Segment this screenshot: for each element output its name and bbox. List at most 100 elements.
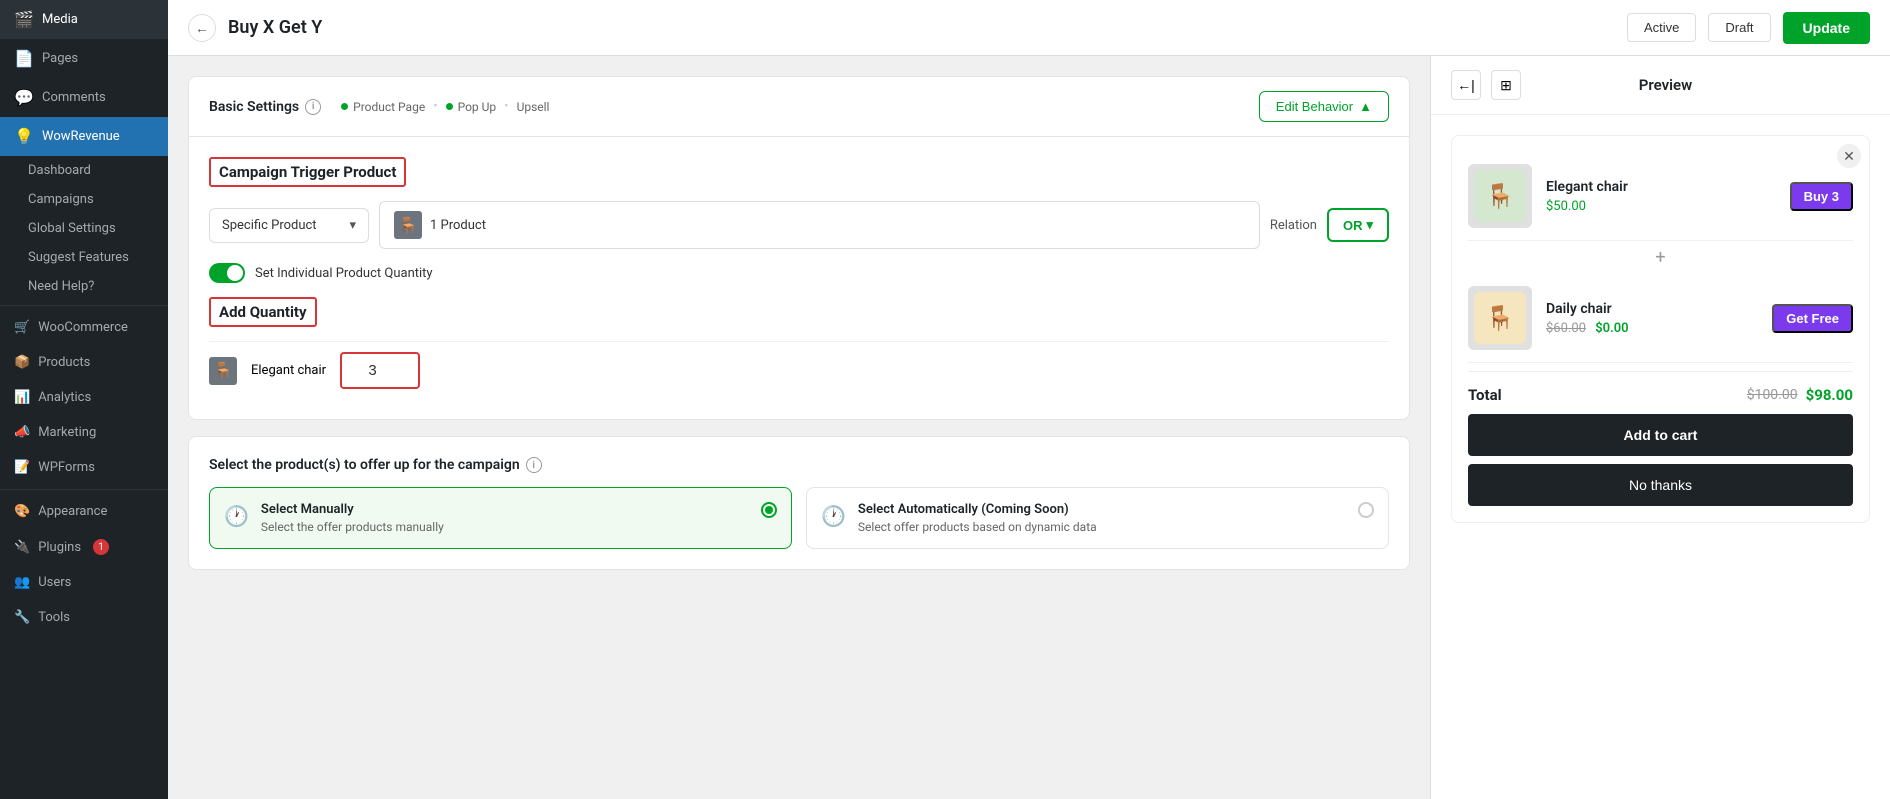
sidebar-item-wpforms[interactable]: 📝 WPForms [0, 450, 168, 485]
qty-product-name: Elegant chair [251, 363, 326, 378]
sidebar-item-comments[interactable]: 💬 Comments [0, 78, 168, 117]
content-area: Basic Settings i Product Page • Pop Up [168, 56, 1890, 799]
sidebar-item-plugins[interactable]: 🔌 Plugins 1 [0, 529, 168, 565]
select-manually-option[interactable]: 🕐 Select Manually Select the offer produ… [209, 487, 792, 549]
wpforms-icon: 📝 [14, 460, 30, 475]
expand-icon[interactable]: ⊞ [1491, 70, 1521, 100]
svg-text:🪑: 🪑 [1485, 182, 1515, 210]
option-auto-title: Select Automatically (Coming Soon) [858, 502, 1097, 517]
preview-icons: ←| ⊞ [1451, 70, 1521, 100]
update-button[interactable]: Update [1783, 12, 1870, 44]
product2-thumbnail: 🪑 [1468, 286, 1532, 350]
option-auto-desc: Select offer products based on dynamic d… [858, 520, 1097, 534]
analytics-icon: 📊 [14, 390, 30, 405]
no-thanks-button[interactable]: No thanks [1468, 464, 1853, 506]
sidebar-item-users[interactable]: 👥 Users [0, 565, 168, 600]
sidebar-item-woocommerce[interactable]: 🛒 WooCommerce [0, 310, 168, 345]
media-icon: 🎬 [14, 10, 34, 29]
users-icon: 👥 [14, 575, 30, 590]
header-bar: ← Buy X Get Y Active Draft Update [168, 0, 1890, 56]
select-products-info-icon[interactable]: i [526, 457, 542, 473]
radio-inner [765, 506, 773, 514]
qty-product-thumbnail: 🪑 [209, 357, 237, 385]
tab-product-page: Product Page [341, 100, 425, 114]
total-prices: $100.00 $98.00 [1747, 386, 1853, 404]
select-auto-option[interactable]: 🕐 Select Automatically (Coming Soon) Sel… [806, 487, 1389, 549]
chevron-down-icon: ▾ [349, 218, 356, 233]
select-options: 🕐 Select Manually Select the offer produ… [209, 487, 1389, 549]
edit-behavior-button[interactable]: Edit Behavior ▲ [1259, 91, 1389, 122]
campaign-trigger-section: Campaign Trigger Product Specific Produc… [189, 137, 1409, 419]
comments-icon: 💬 [14, 88, 34, 107]
close-button[interactable]: ✕ [1837, 144, 1861, 168]
product-input-field[interactable]: 🪑 1 Product [379, 201, 1260, 249]
plugins-badge: 1 [93, 539, 109, 555]
select-products-section: Select the product(s) to offer up for th… [188, 436, 1410, 570]
trigger-row: Specific Product ▾ 🪑 1 Product Relation … [209, 201, 1389, 249]
preview-product-1: 🪑 Elegant chair $50.00 Buy 3 [1468, 152, 1853, 241]
sidebar-item-media[interactable]: 🎬 Media [0, 0, 168, 39]
tools-icon: 🔧 [14, 610, 30, 625]
select-products-title: Select the product(s) to offer up for th… [209, 457, 1389, 473]
sidebar-item-dashboard[interactable]: Dashboard [0, 156, 168, 185]
individual-qty-toggle-row: Set Individual Product Quantity [209, 263, 1389, 283]
individual-qty-toggle[interactable] [209, 263, 245, 283]
back-button[interactable]: ← [188, 14, 216, 42]
chair2-image: 🪑 [1474, 292, 1526, 344]
preview-product-2: 🪑 Daily chair $60.00 $0.00 Get Free [1468, 274, 1853, 363]
radio-manual[interactable] [761, 502, 777, 518]
collapse-icon[interactable]: ←| [1451, 70, 1481, 100]
quantity-input[interactable] [340, 352, 420, 389]
total-label: Total [1468, 386, 1502, 404]
woocommerce-icon: 🛒 [14, 320, 30, 335]
chair1-image: 🪑 [1474, 170, 1526, 222]
sidebar-item-global-settings[interactable]: Global Settings [0, 214, 168, 243]
sidebar-item-wowrevenue[interactable]: 💡 WowRevenue [0, 117, 168, 156]
sidebar-item-analytics[interactable]: 📊 Analytics [0, 380, 168, 415]
marketing-icon: 📣 [14, 425, 30, 440]
sidebar: 🎬 Media 📄 Pages 💬 Comments 💡 WowRevenue … [0, 0, 168, 799]
product2-info: Daily chair $60.00 $0.00 [1546, 301, 1758, 336]
product2-price-old: $60.00 [1546, 321, 1586, 336]
plus-divider: + [1468, 241, 1853, 274]
tab-pills: Product Page • Pop Up • Upsell [321, 99, 1259, 114]
specific-product-dropdown[interactable]: Specific Product ▾ [209, 208, 369, 243]
appearance-icon: 🎨 [14, 504, 30, 519]
pages-icon: 📄 [14, 49, 34, 68]
relation-label: Relation [1270, 218, 1317, 233]
clock-auto-icon: 🕐 [821, 504, 846, 528]
settings-title: Basic Settings i [209, 99, 321, 115]
add-to-cart-button[interactable]: Add to cart [1468, 414, 1853, 456]
basic-settings-card: Basic Settings i Product Page • Pop Up [188, 76, 1410, 420]
sidebar-item-need-help[interactable]: Need Help? [0, 272, 168, 301]
draft-button[interactable]: Draft [1708, 13, 1770, 42]
sidebar-item-products[interactable]: 📦 Products [0, 345, 168, 380]
wowrevenue-icon: 💡 [14, 127, 34, 146]
option-manual-desc: Select the offer products manually [261, 520, 444, 534]
main-area: ← Buy X Get Y Active Draft Update Basic … [168, 0, 1890, 799]
sidebar-item-marketing[interactable]: 📣 Marketing [0, 415, 168, 450]
product2-name: Daily chair [1546, 301, 1758, 317]
product1-thumbnail: 🪑 [1468, 164, 1532, 228]
preview-header: ←| ⊞ Preview [1431, 56, 1890, 115]
add-quantity-title: Add Quantity [209, 297, 317, 327]
sidebar-item-pages[interactable]: 📄 Pages [0, 39, 168, 78]
active-button[interactable]: Active [1627, 13, 1696, 42]
info-icon[interactable]: i [305, 99, 321, 115]
sidebar-item-suggest-features[interactable]: Suggest Features [0, 243, 168, 272]
settings-header: Basic Settings i Product Page • Pop Up [189, 77, 1409, 137]
sidebar-item-appearance[interactable]: 🎨 Appearance [0, 494, 168, 529]
preview-widget: ✕ 🪑 Elegant chair $50.00 [1451, 135, 1870, 523]
total-new-price: $98.00 [1806, 386, 1853, 404]
chevron-down-icon: ▾ [1366, 217, 1373, 233]
radio-auto[interactable] [1358, 502, 1374, 518]
total-old-price: $100.00 [1747, 387, 1798, 403]
or-relation-button[interactable]: OR ▾ [1327, 208, 1389, 242]
sidebar-item-campaigns[interactable]: Campaigns [0, 185, 168, 214]
tab-upsell: Upsell [517, 100, 550, 114]
product1-badge[interactable]: Buy 3 [1790, 182, 1853, 211]
chevron-up-icon: ▲ [1359, 99, 1372, 114]
sidebar-item-tools[interactable]: 🔧 Tools [0, 600, 168, 635]
product2-badge[interactable]: Get Free [1772, 304, 1853, 333]
product2-price-new: $0.00 [1595, 321, 1628, 336]
